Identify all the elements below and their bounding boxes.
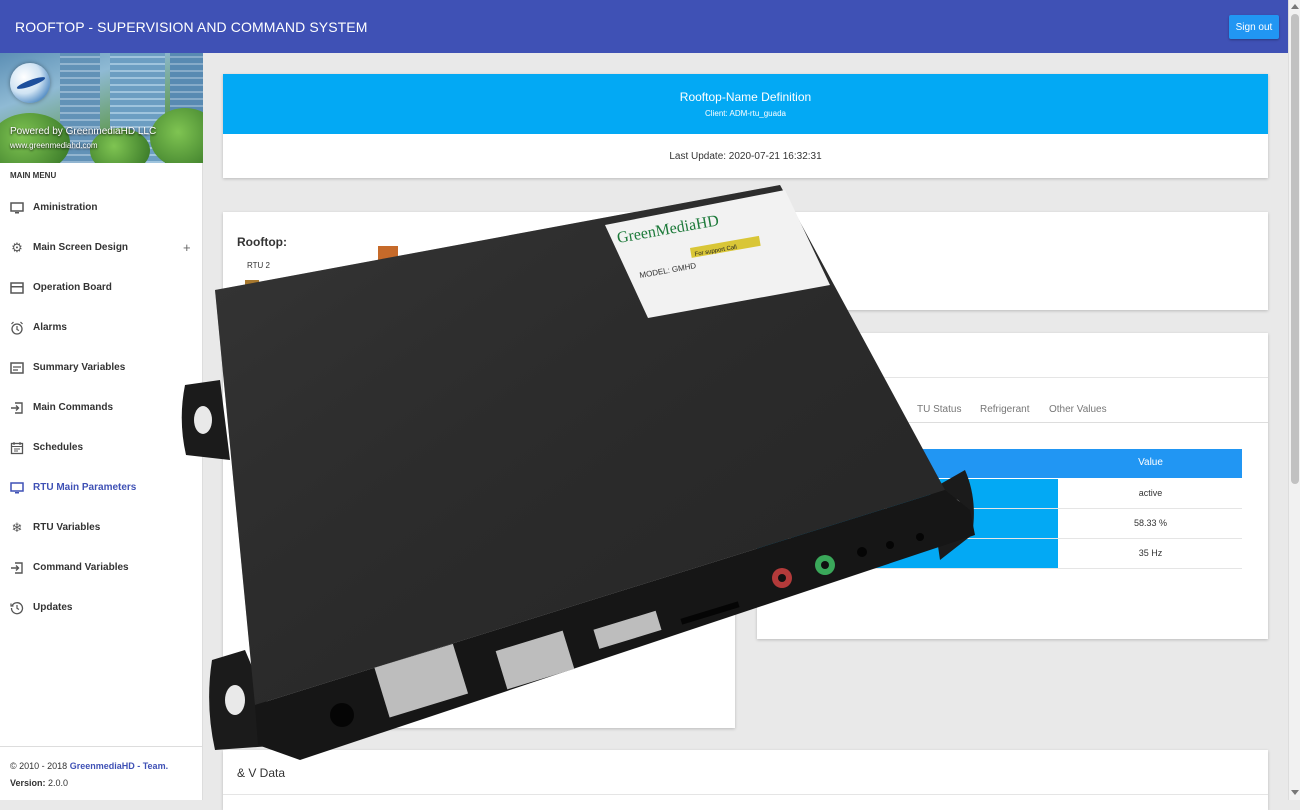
- sidebar-footer: © 2010 - 2018 GreenmediaHD - Team. Versi…: [0, 746, 203, 788]
- list-window-icon: [10, 361, 24, 375]
- definition-card: Rooftop-Name Definition Client: ADM-rtu_…: [223, 74, 1268, 178]
- table-header: Value: [757, 449, 1242, 478]
- table-cell-name: [757, 509, 1058, 538]
- team-link[interactable]: GreenmediaHD - Team.: [70, 761, 168, 771]
- rooftop-card: Rooftop: RTU 2: [223, 212, 735, 728]
- table-cell-value: 58.33 %: [1133, 518, 1168, 528]
- version-text: Version: 2.0.0: [10, 778, 68, 788]
- copyright-text: © 2010 - 2018 GreenmediaHD - Team.: [10, 761, 168, 771]
- sidebar-item-main-screen-design[interactable]: ⚙ Main Screen Design +: [0, 228, 203, 268]
- dashboard-icon: [10, 281, 24, 295]
- last-update-text: Last Update: 2020-07-21 16:32:31: [669, 151, 822, 162]
- rooftop-label: Rooftop:: [237, 235, 287, 249]
- table-cell-name: [757, 539, 1058, 568]
- sidebar-item-label: Updates: [33, 602, 73, 613]
- parameter-tabs: TU Status Refrigerant Other Values: [771, 403, 1268, 423]
- sidebar-item-operation-board[interactable]: Operation Board: [0, 268, 203, 308]
- gear-icon: ⚙: [11, 240, 23, 255]
- version-value: 2.0.0: [48, 778, 69, 788]
- table-cell-name: [757, 479, 1058, 508]
- sidebar-item-label: Aministration: [33, 202, 98, 213]
- parameters-card: TU Status Refrigerant Other Values Value…: [757, 333, 1268, 639]
- sidebar-item-rtu-variables[interactable]: ❄ RTU Variables: [0, 508, 203, 548]
- sign-out-button[interactable]: Sign out: [1229, 15, 1279, 39]
- data-card-title: & V Data: [237, 766, 286, 780]
- app-title: ROOFTOP - SUPERVISION AND COMMAND SYSTEM: [15, 19, 368, 35]
- sidebar: Powered by GreenmediaHD LLC www.greenmed…: [0, 53, 203, 800]
- table-cell-value: active: [1138, 488, 1163, 498]
- sidebar-banner-image: Powered by GreenmediaHD LLC www.greenmed…: [0, 53, 203, 163]
- calendar-icon: [10, 441, 24, 455]
- scroll-up-arrow-icon[interactable]: [1291, 4, 1299, 9]
- table-row: 58.33 %: [757, 509, 1242, 539]
- rooftop-value: RTU 2: [247, 261, 270, 270]
- sidebar-item-label: Operation Board: [33, 282, 112, 293]
- sidebar-item-label: Main Commands: [33, 402, 114, 413]
- sidebar-item-rtu-main-parameters[interactable]: RTU Main Parameters: [0, 468, 203, 508]
- scroll-down-arrow-icon[interactable]: [1291, 790, 1299, 795]
- sidebar-item-label: Main Screen Design: [33, 242, 129, 253]
- login-arrow-icon: [10, 561, 24, 575]
- monitor-icon: [10, 201, 24, 215]
- sidebar-item-label: RTU Main Parameters: [33, 482, 137, 493]
- website-text: www.greenmediahd.com: [10, 141, 98, 150]
- version-label: Version:: [10, 778, 46, 788]
- sidebar-item-main-commands[interactable]: Main Commands: [0, 388, 203, 428]
- page-scrollbar[interactable]: [1288, 0, 1300, 800]
- alarm-clock-icon: [10, 321, 24, 335]
- scrollbar-thumb[interactable]: [1291, 14, 1299, 484]
- sidebar-item-label: Schedules: [33, 442, 84, 453]
- monitor-icon: [10, 481, 24, 495]
- history-icon: [10, 601, 24, 615]
- expand-plus-icon[interactable]: +: [183, 240, 191, 255]
- powered-by-text: Powered by GreenmediaHD LLC: [10, 126, 157, 137]
- copyright-prefix: © 2010 - 2018: [10, 761, 68, 771]
- sidebar-item-label: Summary Variables: [33, 362, 126, 373]
- definition-banner: Rooftop-Name Definition Client: ADM-rtu_…: [223, 74, 1268, 134]
- table-row: 35 Hz: [757, 539, 1242, 569]
- value-column-header: Value: [1138, 457, 1163, 468]
- card-divider: [757, 377, 1268, 378]
- info-card: [757, 212, 1268, 310]
- globe-logo-icon: [10, 63, 50, 103]
- tab-refrigerant[interactable]: Refrigerant: [980, 404, 1029, 415]
- tab-rtu-status[interactable]: TU Status: [917, 404, 961, 415]
- data-card: & V Data: [223, 750, 1268, 810]
- card-divider: [223, 794, 1268, 795]
- sidebar-item-administration[interactable]: Aministration: [0, 188, 203, 228]
- client-text: Client: ADM-rtu_guada: [705, 109, 786, 118]
- sidebar-item-summary-variables[interactable]: Summary Variables: [0, 348, 203, 388]
- login-arrow-icon: [10, 401, 24, 415]
- main-menu-heading: MAIN MENU: [10, 171, 57, 180]
- snowflake-icon: ❄: [11, 520, 23, 535]
- table-row: active: [757, 479, 1242, 509]
- sidebar-item-label: Command Variables: [33, 562, 129, 573]
- table-cell-value: 35 Hz: [1138, 548, 1163, 558]
- sidebar-item-alarms[interactable]: Alarms: [0, 308, 203, 348]
- top-app-bar: ROOFTOP - SUPERVISION AND COMMAND SYSTEM…: [0, 0, 1288, 53]
- sidebar-item-command-variables[interactable]: Command Variables: [0, 548, 203, 588]
- definition-title: Rooftop-Name Definition: [679, 90, 812, 104]
- tab-other-values[interactable]: Other Values: [1049, 404, 1107, 415]
- sidebar-item-schedules[interactable]: Schedules: [0, 428, 203, 468]
- sidebar-item-label: Alarms: [33, 322, 67, 333]
- sidebar-item-label: RTU Variables: [33, 522, 101, 533]
- sidebar-item-updates[interactable]: Updates: [0, 588, 203, 628]
